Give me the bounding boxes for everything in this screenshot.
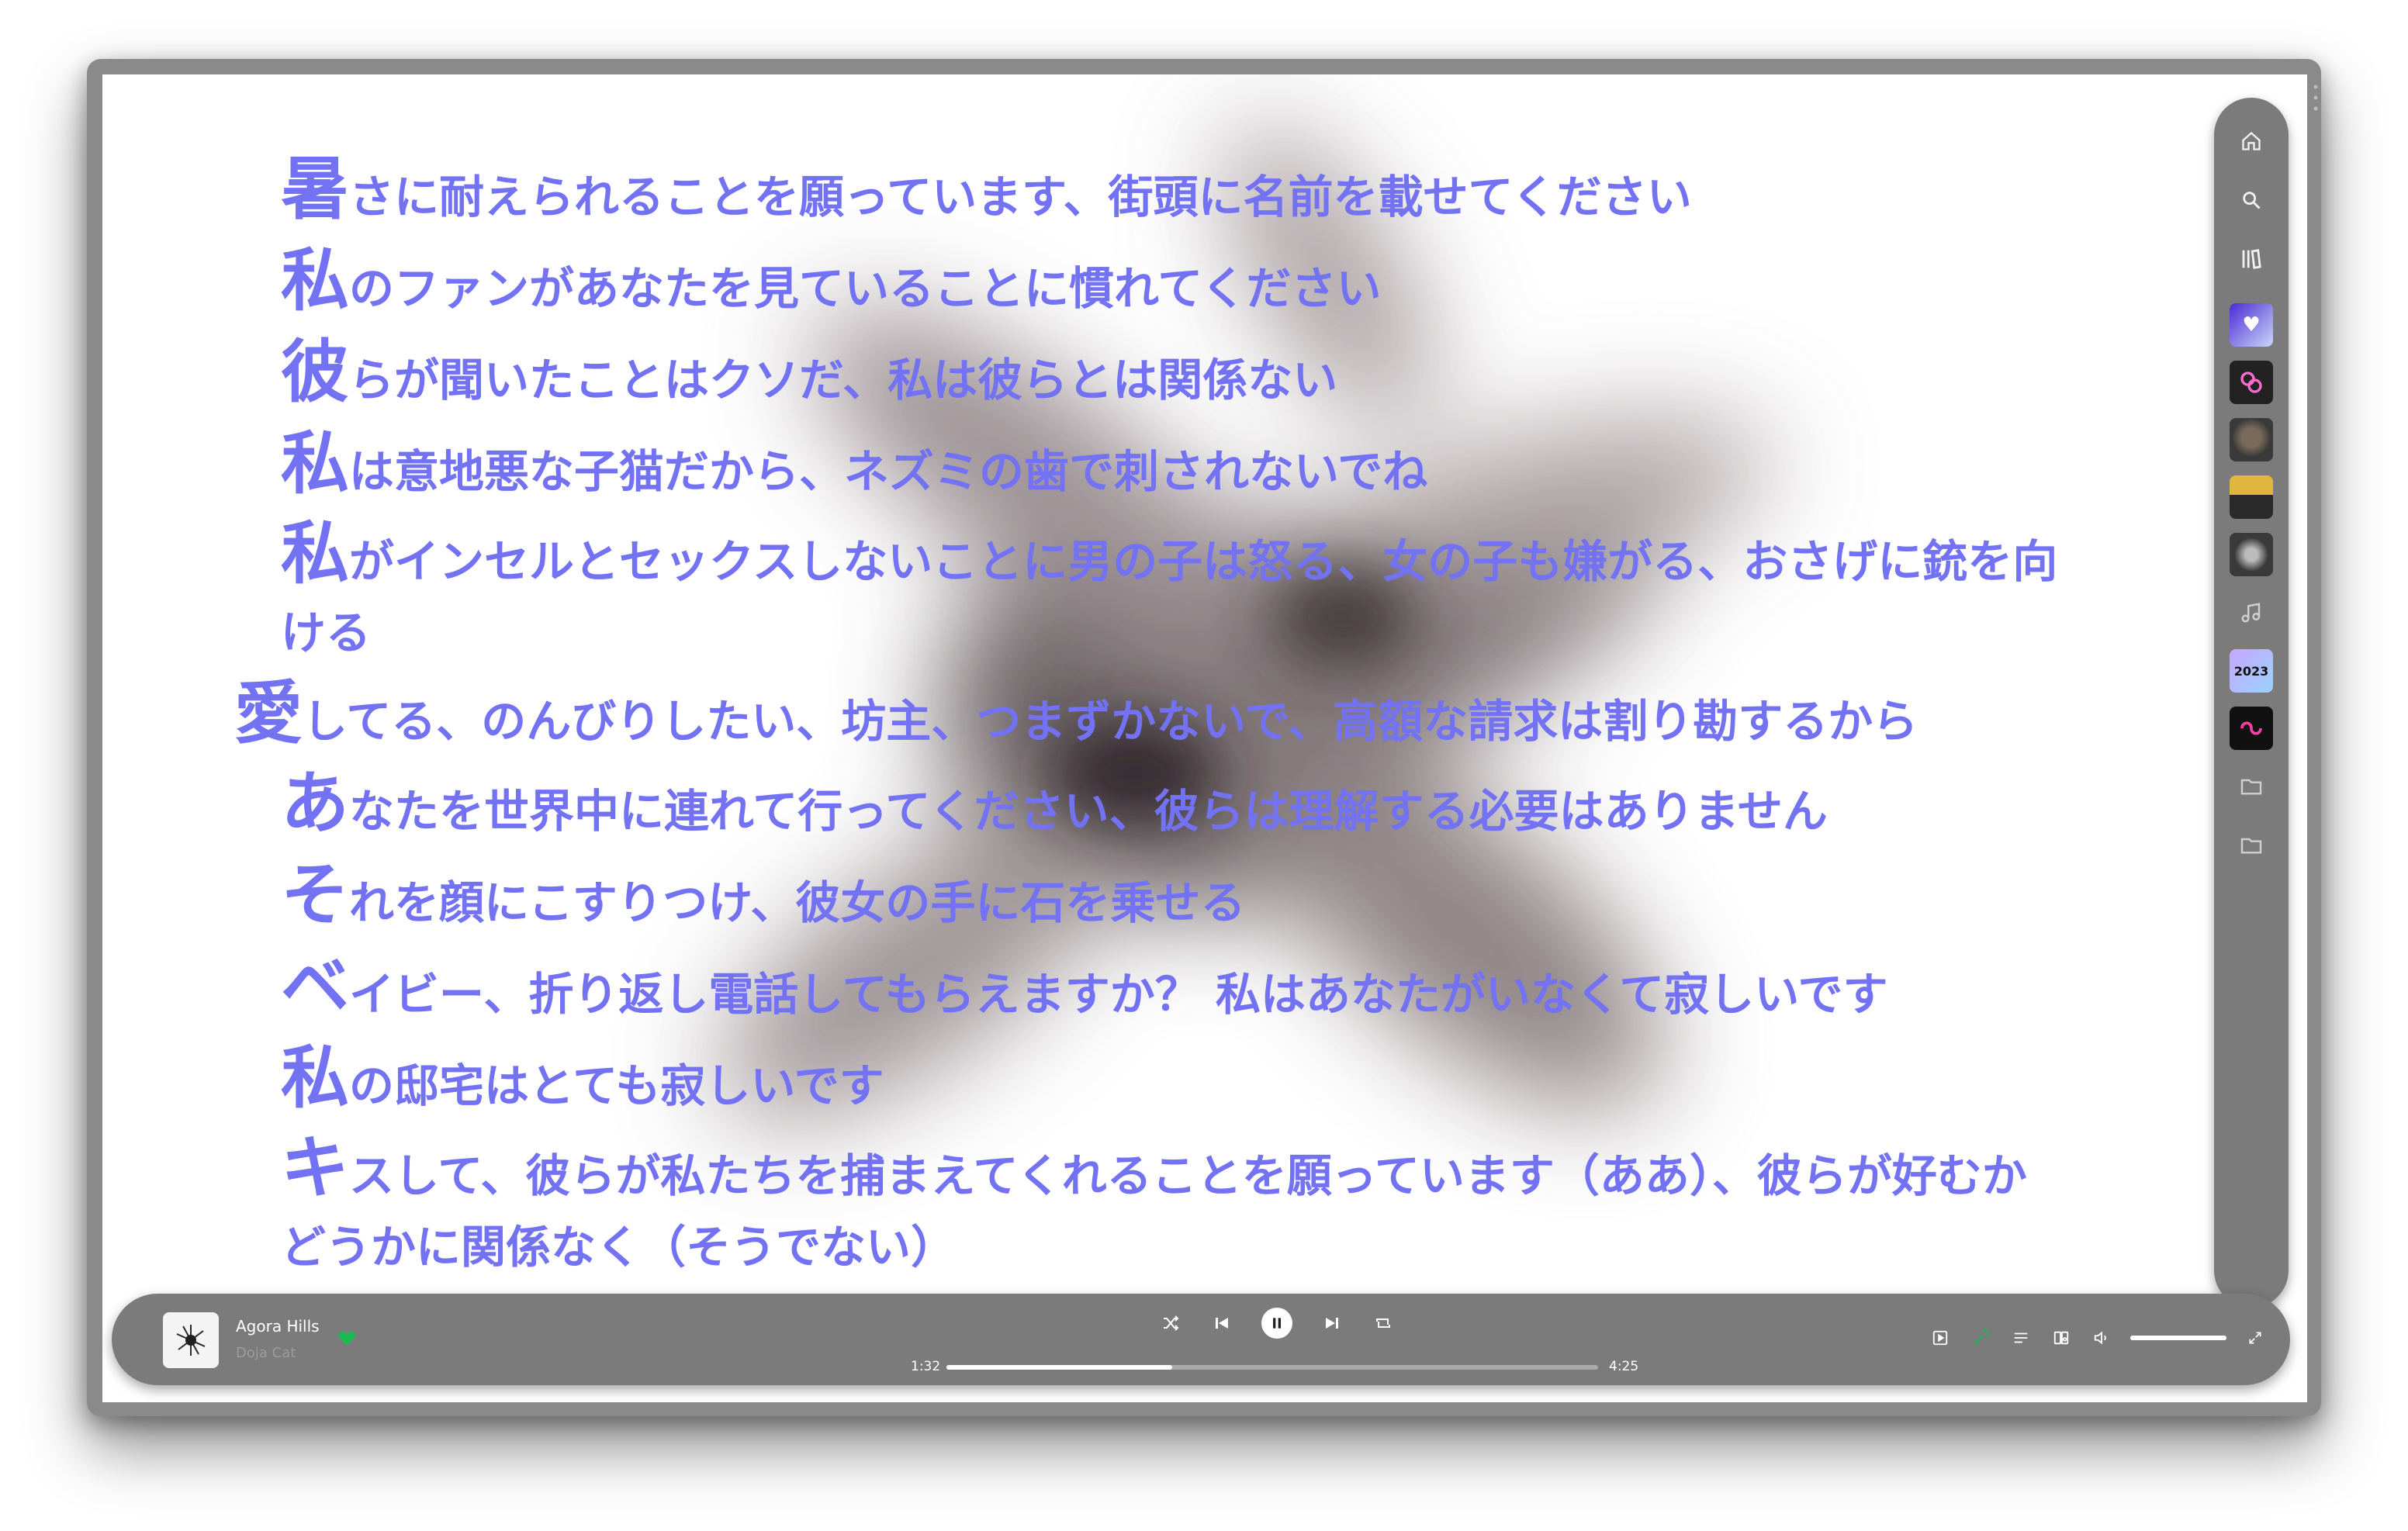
playlist-tile[interactable] bbox=[2230, 418, 2273, 461]
folder-icon[interactable] bbox=[2230, 824, 2273, 867]
pause-button[interactable] bbox=[1261, 1308, 1292, 1339]
smooth-logo-icon bbox=[2240, 721, 2262, 735]
track-artist[interactable]: Doja Cat bbox=[236, 1345, 296, 1361]
lyric-line: ベイビー、折り返し電話してもらえますか？ 私はあなたがいなくて寂しいです bbox=[281, 946, 1888, 1026]
progress-bar[interactable] bbox=[946, 1365, 1598, 1370]
smooth-sound-tile[interactable] bbox=[2230, 707, 2273, 750]
like-heart-icon[interactable] bbox=[337, 1328, 358, 1350]
elapsed-time: 1:32 bbox=[911, 1359, 941, 1374]
next-track-icon[interactable] bbox=[1320, 1312, 1344, 1335]
window-resize-grip[interactable] bbox=[2313, 82, 2318, 113]
pause-icon bbox=[1273, 1318, 1281, 1329]
lyric-line: 暑さに耐えられることを願っています、街頭に名前を載せてください bbox=[281, 149, 1692, 229]
playback-controls bbox=[1159, 1308, 1395, 1339]
home-icon[interactable] bbox=[2231, 121, 2271, 161]
lyric-line: あなたを世界中に連れて行ってください、彼らは理解する必要はありません bbox=[281, 763, 1828, 843]
search-icon[interactable] bbox=[2231, 180, 2271, 220]
lyric-line: 私は意地悪な子猫だから、ネズミの歯で刺されないでね bbox=[281, 423, 1428, 503]
fullscreen-icon[interactable] bbox=[2244, 1326, 2267, 1350]
playlist-tile[interactable] bbox=[2230, 533, 2273, 576]
sidebar: ♥ 2023 bbox=[2214, 98, 2289, 1308]
liked-songs-tile[interactable]: ♥ bbox=[2230, 303, 2273, 347]
playlist-tile[interactable] bbox=[2230, 475, 2273, 519]
playlist-2023-tile[interactable]: 2023 bbox=[2230, 649, 2273, 693]
extra-controls bbox=[1929, 1326, 2267, 1350]
folder-icon[interactable] bbox=[2230, 765, 2273, 808]
connect-device-icon[interactable] bbox=[2050, 1326, 2073, 1350]
lyric-line: 私の邸宅はとても寂しいです bbox=[281, 1038, 884, 1118]
now-playing-cover[interactable] bbox=[163, 1312, 219, 1368]
lyric-line: それを顔にこすりつけ、彼女の手に石を乗せる bbox=[281, 855, 1246, 935]
duration-time: 4:25 bbox=[1609, 1359, 1639, 1374]
lyric-line: 私のファンがあなたを見ていることに慣れてください bbox=[281, 240, 1382, 320]
now-playing-view-icon[interactable] bbox=[1929, 1326, 1952, 1350]
repeat-logo-icon bbox=[2240, 372, 2262, 393]
music-note-icon[interactable] bbox=[2230, 591, 2273, 634]
album-art-thumbnail bbox=[169, 1318, 213, 1362]
library-icon[interactable] bbox=[2231, 239, 2271, 279]
lyric-line: 彼らが聞いたことはクソだ、私は彼らとは関係ない bbox=[281, 332, 1338, 412]
shuffle-icon[interactable] bbox=[1159, 1312, 1182, 1335]
app-window: 暑さに耐えられることを願っています、街頭に名前を載せてください 私のファンがあな… bbox=[87, 59, 2321, 1416]
lyric-line: キスして、彼らが私たちを捕まえてくれることを願っています（ああ）、彼らが好むかど… bbox=[281, 1128, 2027, 1274]
player-bar: Agora Hills Doja Cat 1:32 4:25 bbox=[112, 1294, 2290, 1385]
progress-fill bbox=[946, 1365, 1173, 1370]
repeat-icon[interactable] bbox=[1372, 1312, 1395, 1335]
lyrics-icon[interactable] bbox=[1969, 1326, 1992, 1350]
volume-slider[interactable] bbox=[2130, 1336, 2226, 1340]
lyric-line: 私がインセルとセックスしないことに男の子は怒る、女の子も嫌がる、おさげに銃を向け… bbox=[281, 513, 2058, 660]
track-title[interactable]: Agora Hills bbox=[236, 1317, 320, 1336]
lyrics-text: 暑さに耐えられることを願っています、街頭に名前を載せてください 私のファンがあな… bbox=[234, 144, 2251, 1292]
playlist-2023-label: 2023 bbox=[2233, 663, 2269, 679]
volume-icon[interactable] bbox=[2090, 1326, 2113, 1350]
on-repeat-tile[interactable] bbox=[2230, 361, 2273, 404]
lyric-line: 愛してる、のんびりしたい、坊主、つまずかないで、高額な請求は割り勘するから bbox=[234, 673, 1918, 753]
queue-icon[interactable] bbox=[2009, 1326, 2033, 1350]
volume-fill bbox=[2130, 1336, 2226, 1340]
previous-track-icon[interactable] bbox=[1210, 1312, 1233, 1335]
lyrics-view: 暑さに耐えられることを願っています、街頭に名前を載せてください 私のファンがあな… bbox=[102, 74, 2307, 1402]
heart-icon: ♥ bbox=[2242, 313, 2261, 337]
